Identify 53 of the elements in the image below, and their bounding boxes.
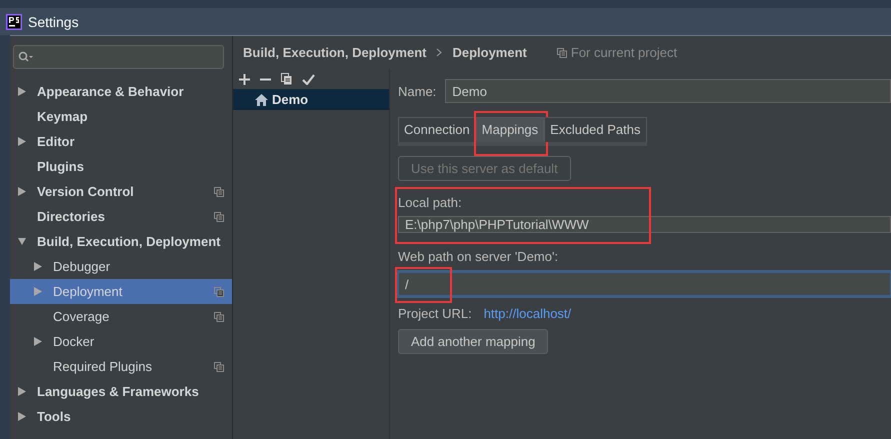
settings-tree-item[interactable]: Tools	[10, 404, 232, 429]
breadcrumb-item: Deployment	[452, 45, 527, 60]
web-path-label: Web path on server 'Demo':	[398, 249, 558, 264]
search-icon	[18, 51, 34, 63]
window-title: Settings	[28, 14, 79, 30]
expand-arrow-icon[interactable]	[34, 337, 42, 346]
check-icon[interactable]	[302, 74, 315, 84]
settings-tree-item[interactable]: Languages & Frameworks	[10, 379, 232, 404]
scope-note: For current project	[570, 45, 678, 60]
server-item[interactable]: Demo	[233, 89, 389, 110]
tab[interactable]: Connection	[398, 117, 476, 142]
settings-tree-item[interactable]: Editor	[10, 129, 232, 154]
app-logo-icon	[6, 14, 22, 30]
settings-tree-item[interactable]: Build, Execution, Deployment	[10, 229, 232, 254]
expand-arrow-icon[interactable]	[18, 137, 26, 146]
settings-tree-item[interactable]: Appearance & Behavior	[10, 79, 232, 104]
settings-tree-item[interactable]: Keymap	[10, 104, 232, 129]
name-label: Name:	[398, 84, 436, 98]
local-path-field[interactable]: E:\php7\php\PHPTutorial\WWW	[398, 216, 891, 233]
home-icon	[255, 94, 268, 106]
local-path-label: Local path:	[398, 195, 462, 210]
project-scope-icon	[214, 212, 224, 222]
expand-arrow-icon[interactable]	[18, 187, 26, 196]
settings-tree-item[interactable]: Plugins	[10, 154, 232, 179]
project-scope-icon	[214, 362, 224, 372]
web-path-field[interactable]: /	[398, 272, 891, 296]
chevron-icon	[436, 48, 442, 57]
project-scope-icon	[556, 48, 567, 58]
expand-arrow-icon[interactable]	[18, 237, 26, 246]
project-scope-icon	[214, 312, 224, 322]
settings-tree-item[interactable]: Coverage	[10, 304, 232, 329]
tab[interactable]: Excluded Paths	[544, 117, 646, 142]
name-field[interactable]: Demo	[445, 79, 891, 103]
settings-tree-item[interactable]: Required Plugins	[10, 354, 232, 379]
settings-tree-item[interactable]: Docker	[10, 329, 232, 354]
add-mapping-button[interactable]: Add another mapping	[398, 329, 548, 354]
copy-icon[interactable]	[281, 73, 292, 85]
expand-arrow-icon[interactable]	[18, 412, 26, 421]
settings-tree-item[interactable]: Debugger	[10, 254, 232, 279]
server-name: Demo	[272, 92, 308, 107]
tab[interactable]: Mappings	[476, 117, 544, 142]
expand-arrow-icon[interactable]	[18, 387, 26, 396]
add-icon[interactable]	[239, 74, 250, 84]
expand-arrow-icon[interactable]	[34, 262, 42, 271]
project-scope-icon	[214, 186, 224, 196]
settings-tree-item[interactable]: Directories	[10, 204, 232, 229]
settings-tree-item[interactable]: Version Control	[10, 179, 232, 204]
search-field[interactable]	[13, 45, 224, 69]
project-url-label: Project URL:	[398, 306, 472, 321]
expand-arrow-icon[interactable]	[18, 87, 26, 96]
project-url-link[interactable]: http://localhost/	[484, 306, 572, 321]
project-scope-icon	[214, 286, 224, 296]
breadcrumb-item: Build, Execution, Deployment	[243, 45, 426, 60]
